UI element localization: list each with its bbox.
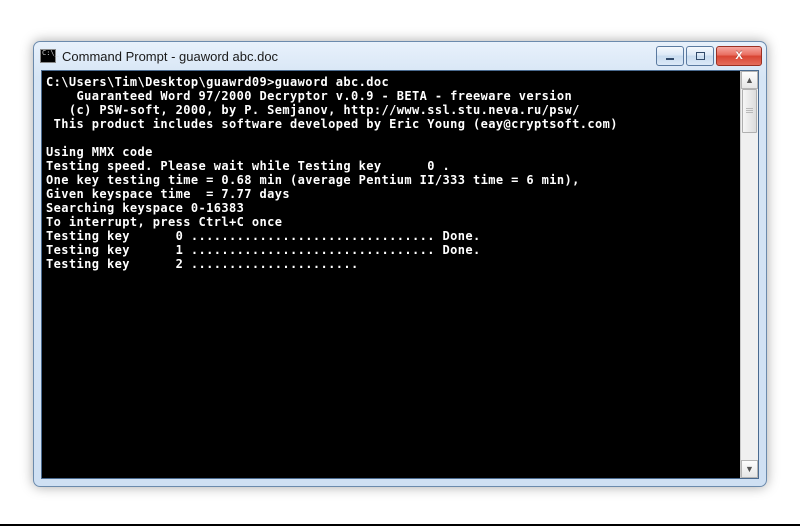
scroll-track[interactable] <box>741 89 758 460</box>
progress-line: Testing key 1 ..........................… <box>46 243 481 257</box>
minimize-icon <box>666 58 674 60</box>
progress-line: Testing key 0 ..........................… <box>46 229 481 243</box>
testing-speed-line: Testing speed. Please wait while Testing… <box>46 159 450 173</box>
keyspace-time-line: Given keyspace time = 7.77 days <box>46 187 290 201</box>
mmx-line: Using MMX code <box>46 145 153 159</box>
command-text: guaword abc.doc <box>275 75 389 89</box>
minimize-button[interactable] <box>656 46 684 66</box>
window-title: Command Prompt - guaword abc.doc <box>62 49 654 64</box>
window-button-group: X <box>654 46 762 66</box>
maximize-button[interactable] <box>686 46 714 66</box>
close-icon: X <box>735 50 742 62</box>
one-key-time-line: One key testing time = 0.68 min (average… <box>46 173 580 187</box>
banner-line: Guaranteed Word 97/2000 Decryptor v.0.9 … <box>46 89 572 103</box>
vertical-scrollbar[interactable]: ▲ ▼ <box>740 71 758 478</box>
banner-line: (c) PSW-soft, 2000, by P. Semjanov, http… <box>46 103 580 117</box>
searching-line: Searching keyspace 0-16383 <box>46 201 244 215</box>
interrupt-line: To interrupt, press Ctrl+C once <box>46 215 282 229</box>
scroll-down-button[interactable]: ▼ <box>741 460 758 478</box>
command-prompt-window: Command Prompt - guaword abc.doc X C:\Us… <box>33 41 767 487</box>
chevron-down-icon: ▼ <box>745 464 754 474</box>
cmd-icon <box>40 49 56 63</box>
titlebar[interactable]: Command Prompt - guaword abc.doc X <box>34 42 766 70</box>
progress-line: Testing key 2 ...................... <box>46 257 359 271</box>
maximize-icon <box>696 52 705 60</box>
scroll-up-button[interactable]: ▲ <box>741 71 758 89</box>
close-button[interactable]: X <box>716 46 762 66</box>
prompt-text: C:\Users\Tim\Desktop\guawrd09> <box>46 75 275 89</box>
banner-line: This product includes software developed… <box>46 117 618 131</box>
chevron-up-icon: ▲ <box>745 75 754 85</box>
scroll-thumb[interactable] <box>742 89 757 133</box>
terminal-output[interactable]: C:\Users\Tim\Desktop\guawrd09>guaword ab… <box>42 71 740 478</box>
client-area: C:\Users\Tim\Desktop\guawrd09>guaword ab… <box>41 70 759 479</box>
